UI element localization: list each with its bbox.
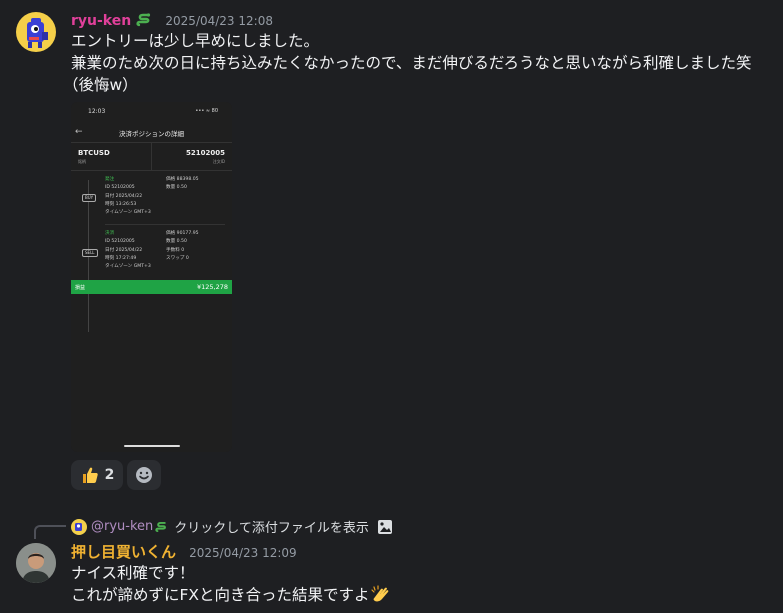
profit-label: 損益 xyxy=(75,285,86,291)
snake-icon xyxy=(155,521,167,532)
message-line: ナイス利確です！ xyxy=(71,564,195,582)
clapping-hands-icon xyxy=(370,585,388,602)
message-line: 兼業のため次の日に持ち込みたくなかったので、まだ伸びるだろうなと思いながら利確し… xyxy=(71,54,752,72)
message-text: ナイス利確です！ これが諦めずにFXと向き合った結果ですよ xyxy=(71,562,392,606)
home-indicator xyxy=(124,445,180,447)
symbol: BTCUSD xyxy=(78,149,110,157)
divider xyxy=(105,224,225,225)
entry-price: 価格 88398.05 数量 0.50 xyxy=(166,177,199,191)
screen-title: 決済ポジションの詳細 xyxy=(119,130,184,138)
message-header: ryu-ken 2025/04/23 12:08 xyxy=(71,10,273,29)
username[interactable]: ryu-ken xyxy=(71,13,131,29)
message-line: エントリーは少し早めにしました。 xyxy=(71,32,320,50)
symbol-label: 銘柄 xyxy=(78,159,86,164)
avatar-robot-icon xyxy=(75,522,82,531)
reply-username[interactable]: @ryu-ken xyxy=(91,519,153,534)
timestamp: 2025/04/23 12:09 xyxy=(189,546,297,560)
reply-connector xyxy=(34,525,66,539)
reply-avatar xyxy=(71,518,87,535)
status-time: 12:03 xyxy=(88,108,106,115)
order-id: 52102005 xyxy=(186,149,225,157)
reaction-thumbs-up[interactable]: 2 xyxy=(71,460,123,490)
avatar-robot-icon xyxy=(27,18,48,48)
image-icon xyxy=(377,519,392,534)
message-line: これが諦めずにFXと向き合った結果ですよ xyxy=(71,586,370,604)
thumbs-up-icon xyxy=(82,467,98,483)
avatar-person-icon xyxy=(16,543,56,583)
divider xyxy=(71,170,232,171)
divider xyxy=(151,142,152,170)
sell-badge: SELL xyxy=(82,249,98,257)
reply-reference[interactable]: @ryu-ken クリックして添付ファイルを表示 xyxy=(71,517,393,536)
snake-icon xyxy=(136,13,151,27)
add-reaction-button[interactable] xyxy=(127,460,161,490)
message-header: 押し目買いくん 2025/04/23 12:09 xyxy=(71,541,297,562)
buy-badge: BUY xyxy=(82,194,97,202)
entry-details: 発注 ID 52102005 日付 2025/04/22 時刻 13:26:53… xyxy=(105,177,151,216)
reaction-count: 2 xyxy=(104,467,115,483)
message-text: エントリーは少し早めにしました。 兼業のため次の日に持ち込みたくなかったので、ま… xyxy=(63,30,752,96)
message-line: （後悔w） xyxy=(63,76,138,94)
avatar[interactable] xyxy=(16,543,56,583)
username[interactable]: 押し目買いくん xyxy=(71,543,176,561)
exit-details: 決済 ID 52102005 日付 2025/04/22 時刻 17:27:49… xyxy=(105,231,151,270)
reply-preview[interactable]: クリックして添付ファイルを表示 xyxy=(174,517,369,536)
status-icons: ••• ≈ 80 xyxy=(195,108,218,114)
exit-price: 価格 90177.95 数量 0.50 手数料 0 スワップ 0 xyxy=(166,231,199,261)
order-id-label: 注文ID xyxy=(212,159,225,164)
profit-bar: 損益 ¥125,278 xyxy=(71,280,232,294)
image-attachment[interactable]: 12:03 ••• ≈ 80 ← 決済ポジションの詳細 BTCUSD 銘柄 52… xyxy=(71,102,232,452)
profit-value: ¥125,278 xyxy=(196,283,228,291)
smiley-icon xyxy=(136,467,152,483)
avatar[interactable] xyxy=(16,12,56,52)
timestamp: 2025/04/23 12:08 xyxy=(165,14,273,28)
